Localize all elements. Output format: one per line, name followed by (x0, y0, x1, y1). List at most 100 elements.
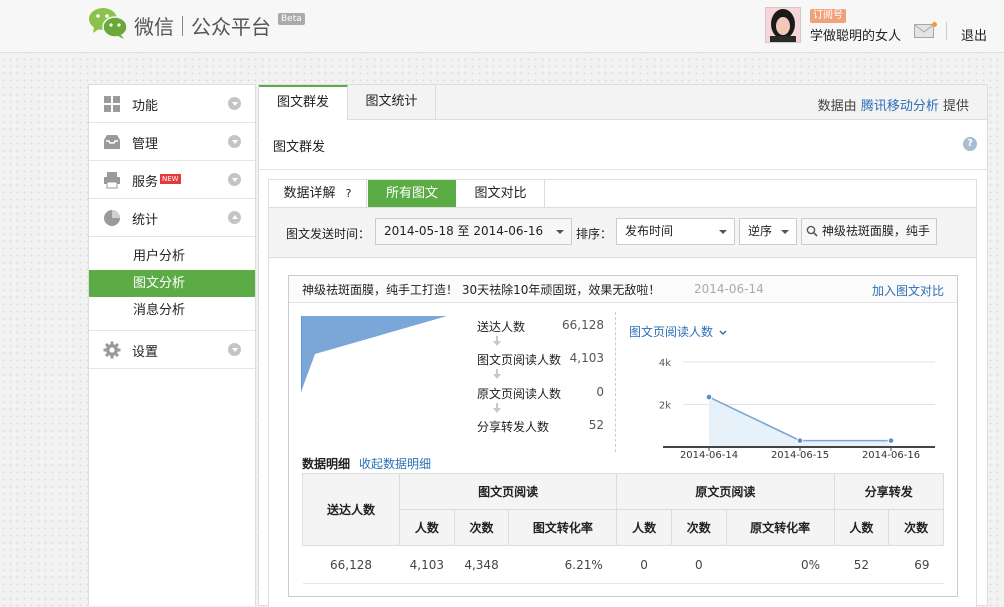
mail-icon[interactable] (914, 24, 934, 38)
data-provider-note: 数据由 腾讯移动分析 提供 (818, 95, 969, 114)
chevron-down-icon[interactable] (228, 343, 241, 356)
main-tabbar: 图文群发 图文统计 数据由 腾讯移动分析 提供 (259, 85, 987, 120)
table-header-row: 送达人数 图文页阅读 原文页阅读 分享转发 (302, 473, 945, 546)
sort-select[interactable]: 发布时间 (616, 218, 735, 245)
submenu-spacer (89, 324, 255, 331)
arrow-down-icon (493, 336, 501, 346)
search-input[interactable]: 神级祛斑面膜，纯手 (801, 218, 937, 245)
chevron-down-icon (774, 219, 796, 244)
sidebar-item-label: 设置 (132, 345, 159, 360)
tab-article-stats[interactable]: 图文统计 (348, 85, 436, 119)
chevron-down-icon (549, 219, 571, 244)
sidebar-item-settings[interactable]: 设置 (89, 331, 255, 369)
pie-chart-icon (104, 210, 120, 226)
analysis-tabs: 数据详解 ? 所有图文 图文对比 (269, 180, 976, 207)
funnel-step-value: 4,103 (569, 351, 604, 365)
sidebar-item-function[interactable]: 功能 (89, 85, 255, 123)
avatar[interactable] (765, 7, 801, 43)
collapse-detail-link[interactable]: 收起数据明细 (359, 455, 431, 472)
detail-table: 送达人数 图文页阅读 原文页阅读 分享转发 人数 次数 图文转化率 人数 次数 … (302, 473, 945, 584)
filter-bar: 图文发送时间： 2014-05-18 至 2014-06-16 排序： 发布时间… (269, 207, 976, 258)
data-point (796, 437, 804, 444)
tab-all-articles[interactable]: 所有图文 (368, 180, 456, 207)
gear-icon (103, 341, 121, 359)
sidebar-item-manage[interactable]: 管理 (89, 123, 255, 161)
col-times: 次数 (453, 509, 510, 546)
funnel-step-label: 送达人数 (477, 320, 526, 334)
date-range-value: 2014-05-18 至 2014-06-16 (384, 224, 544, 238)
article-card: 神级祛斑面膜，纯手工打造！ 30天祛除10年顽固斑，效果无敌啦！ 2014-06… (288, 275, 958, 597)
chevron-up-icon[interactable] (228, 211, 241, 224)
brand-title: 微信 公众平台 (134, 11, 271, 40)
col-group-share: 分享转发 (833, 473, 945, 510)
arrow-down-icon (493, 369, 501, 379)
article-card-header: 神级祛斑面膜，纯手工打造！ 30天祛除10年顽固斑，效果无敌啦！ 2014-06… (289, 276, 957, 303)
funnel-step-value: 66,128 (562, 318, 604, 332)
account-name[interactable]: 学做聪明的女人 (810, 25, 901, 44)
new-badge: NEW (160, 174, 181, 184)
order-select[interactable]: 逆序 (739, 218, 797, 245)
y-tick-label: 4k (659, 358, 671, 369)
sidebar-subitem-message-analysis[interactable]: 消息分析 (89, 297, 255, 324)
metric-select-value: 图文页阅读人数 (629, 325, 714, 339)
col-group-page-read: 图文页阅读 (398, 473, 618, 510)
table-cell: 52 (834, 545, 889, 584)
provider-suffix: 提供 (942, 99, 969, 114)
metric-select[interactable]: 图文页阅读人数 (629, 323, 727, 340)
add-to-compare-link[interactable]: 加入图文对比 (872, 282, 944, 299)
question-icon[interactable]: ? (346, 187, 352, 200)
section-title: 图文群发 (273, 140, 326, 155)
unread-dot (932, 22, 937, 27)
sidebar: 功能 管理 服务 NEW 统计 用户分析 图文分析 消息分析 设置 (88, 84, 256, 606)
tab-article-compare[interactable]: 图文对比 (457, 180, 545, 207)
funnel-step-value: 0 (596, 385, 604, 399)
col-times: 次数 (888, 509, 944, 546)
logout-link[interactable]: 退出 (961, 25, 987, 44)
funnel-step-value: 52 (588, 418, 604, 432)
sidebar-item-stats[interactable]: 统计 (89, 199, 255, 237)
col-people: 人数 (399, 509, 455, 546)
wechat-logo-icon[interactable] (88, 6, 128, 40)
chevron-down-icon[interactable] (228, 173, 241, 186)
arrow-down-icon (493, 403, 501, 413)
tab-article-broadcast[interactable]: 图文群发 (259, 85, 348, 120)
table-row: 66,128 4,103 4,348 6.21% 0 0 0% 52 69 (302, 545, 944, 584)
funnel-step-label: 原文页阅读人数 (477, 387, 562, 401)
main-panel: 图文群发 图文统计 数据由 腾讯移动分析 提供 图文群发 ? 数据详解 ? 所有… (258, 84, 988, 607)
chevron-down-icon[interactable] (228, 97, 241, 110)
analysis-box: 数据详解 ? 所有图文 图文对比 图文发送时间： 2014-05-18 至 20… (268, 179, 977, 607)
dashed-divider (615, 312, 616, 452)
table-cell: 4,348 (454, 545, 509, 584)
table-cell: 0 (671, 545, 727, 584)
sidebar-item-service[interactable]: 服务 NEW (89, 161, 255, 199)
data-point (705, 393, 713, 401)
provider-link[interactable]: 腾讯移动分析 (861, 99, 939, 114)
sidebar-subitem-user-analysis[interactable]: 用户分析 (89, 243, 255, 270)
table-cell: 6.21% (508, 545, 617, 584)
table-cell: 69 (888, 545, 944, 584)
date-range-picker[interactable]: 2014-05-18 至 2014-06-16 (375, 218, 572, 245)
sidebar-item-label: 服务 (132, 175, 159, 190)
y-tick-label: 2k (659, 401, 671, 412)
chevron-down-icon[interactable] (228, 135, 241, 148)
article-title: 神级祛斑面膜，纯手工打造！ 30天祛除10年顽固斑，效果无敌啦！ (302, 283, 661, 297)
funnel-step-label: 分享转发人数 (477, 420, 550, 434)
help-icon[interactable]: ? (963, 137, 977, 151)
table-cell: 0 (616, 545, 672, 584)
sidebar-subitem-article-analysis[interactable]: 图文分析 (89, 270, 255, 297)
function-grid-icon (104, 96, 120, 112)
table-subheader-row: 人数 次数 图文转化率 人数 次数 原文转化率 人数 次数 (303, 509, 944, 546)
divider (259, 169, 987, 170)
tab-data-detail[interactable]: 数据详解 ? (269, 180, 367, 207)
data-point (887, 437, 895, 444)
sort-label: 排序： (576, 227, 613, 241)
sort-select-value: 发布时间 (625, 224, 674, 238)
inbox-icon (104, 135, 120, 149)
beta-badge: Beta (278, 13, 305, 25)
article-date: 2014-06-14 (694, 282, 764, 296)
chevron-down-icon (719, 330, 727, 335)
funnel-graphic (301, 316, 447, 392)
brand-sub: 公众平台 (191, 15, 271, 39)
order-select-value: 逆序 (748, 224, 773, 238)
funnel-step-label: 图文页阅读人数 (477, 353, 562, 367)
